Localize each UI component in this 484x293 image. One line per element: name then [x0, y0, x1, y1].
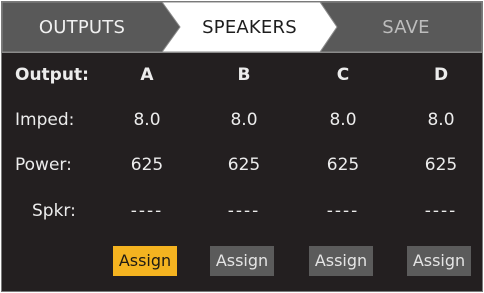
header-row: Output: A B C D	[2, 59, 482, 91]
tab-outputs[interactable]: OUTPUTS	[2, 2, 182, 52]
assign-button-a[interactable]: Assign	[113, 246, 177, 276]
imped-row: Imped: 8.0 8.0 8.0 8.0	[2, 104, 482, 136]
column-header-b: B	[237, 65, 251, 85]
power-value-a: 625	[130, 155, 164, 175]
imped-value-b: 8.0	[230, 110, 258, 130]
imped-value-d: 8.0	[427, 110, 455, 130]
power-value-d: 625	[424, 155, 458, 175]
tab-outputs-label: OUTPUTS	[38, 16, 126, 38]
power-row: Power: 625 625 625 625	[2, 149, 482, 181]
power-value-c: 625	[326, 155, 360, 175]
imped-value-a: 8.0	[133, 110, 161, 130]
tab-bar: OUTPUTS SAVE SPEAKERS	[2, 2, 482, 53]
spkr-value-c: ----	[326, 201, 360, 221]
tab-speakers-label: SPEAKERS	[202, 16, 297, 38]
output-header-label: Output:	[15, 65, 89, 85]
spkr-value-b: ----	[227, 201, 261, 221]
column-header-c: C	[336, 65, 350, 85]
speaker-config-panel: OUTPUTS SAVE SPEAKERS Output: A B C D Im…	[1, 1, 483, 292]
spkr-row: Spkr: ---- ---- ---- ----	[2, 195, 482, 227]
imped-value-c: 8.0	[329, 110, 357, 130]
imped-label: Imped:	[15, 110, 75, 130]
tab-save-label: SAVE	[382, 16, 430, 38]
assign-button-c[interactable]: Assign	[309, 246, 373, 276]
tab-save[interactable]: SAVE	[320, 2, 482, 52]
spkr-value-d: ----	[424, 201, 458, 221]
assign-row: Assign Assign Assign Assign	[2, 246, 482, 278]
column-header-a: A	[140, 65, 154, 85]
power-value-b: 625	[227, 155, 261, 175]
assign-button-b[interactable]: Assign	[210, 246, 274, 276]
power-label: Power:	[15, 155, 72, 175]
column-header-d: D	[433, 65, 449, 85]
spkr-value-a: ----	[130, 201, 164, 221]
assign-button-d[interactable]: Assign	[407, 246, 471, 276]
spkr-label: Spkr:	[32, 201, 76, 221]
tab-speakers[interactable]: SPEAKERS	[162, 2, 337, 52]
